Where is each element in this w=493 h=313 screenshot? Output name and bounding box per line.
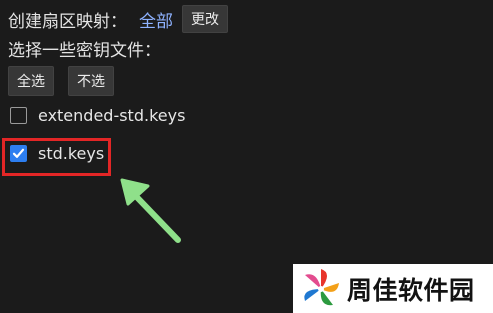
change-button[interactable]: 更改: [182, 5, 228, 33]
sector-mapping-label: 创建扇区映射：: [8, 11, 127, 32]
checkmark-icon: [12, 148, 25, 158]
key-file-item[interactable]: std.keys: [10, 144, 104, 163]
key-file-label: std.keys: [38, 144, 105, 163]
key-file-item[interactable]: extended-std.keys: [10, 106, 185, 125]
choose-keys-title: 选择一些密钥文件：: [8, 41, 161, 61]
sector-mapping-value[interactable]: 全部: [139, 7, 173, 32]
select-buttons-row: 全选 不选: [8, 66, 114, 96]
watermark: 周佳软件园: [293, 264, 493, 313]
sector-mapping-row: 创建扇区映射： 全部 更改: [8, 4, 228, 34]
select-none-button[interactable]: 不选: [68, 66, 114, 96]
key-selection-panel: 创建扇区映射： 全部 更改 选择一些密钥文件： 全选 不选 extended-s…: [0, 0, 493, 313]
key-file-checkbox[interactable]: [10, 107, 27, 124]
key-file-label: extended-std.keys: [38, 106, 186, 125]
key-file-checkbox[interactable]: [10, 145, 27, 162]
pointer-arrow-icon: [120, 178, 181, 243]
select-all-button[interactable]: 全选: [8, 66, 54, 96]
watermark-text: 周佳软件园: [347, 275, 475, 305]
pinwheel-logo-icon: [304, 268, 339, 305]
